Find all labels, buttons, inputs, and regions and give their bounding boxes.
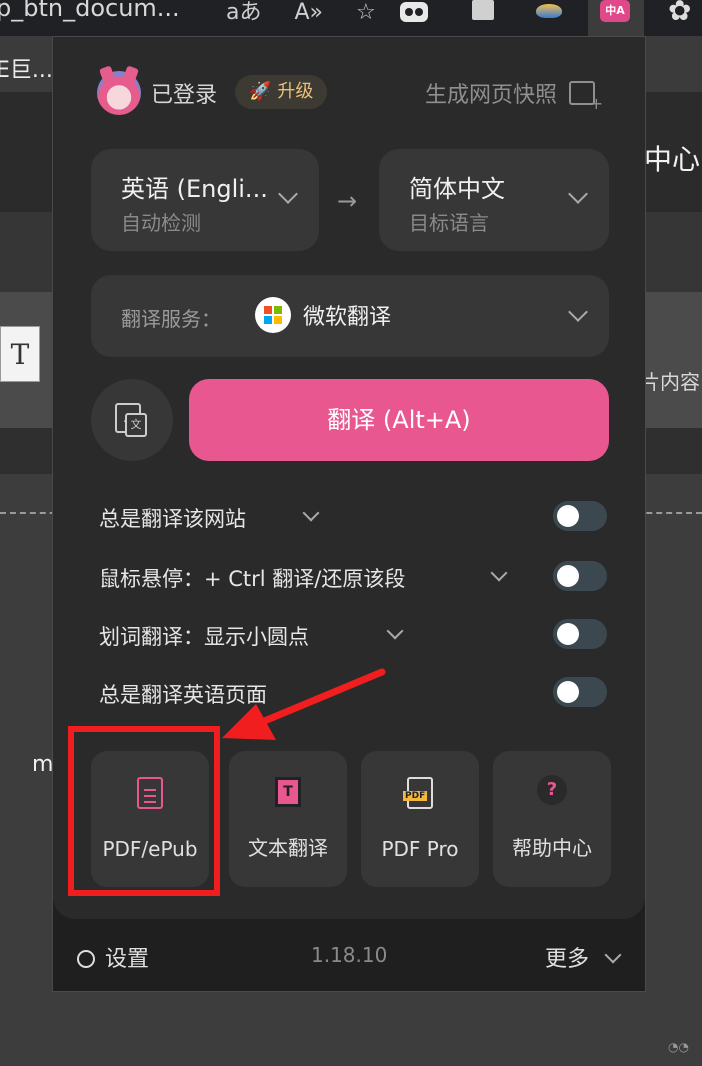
annotation-arrow-shaft <box>258 668 386 726</box>
annotation-arrow-icon <box>222 668 386 740</box>
